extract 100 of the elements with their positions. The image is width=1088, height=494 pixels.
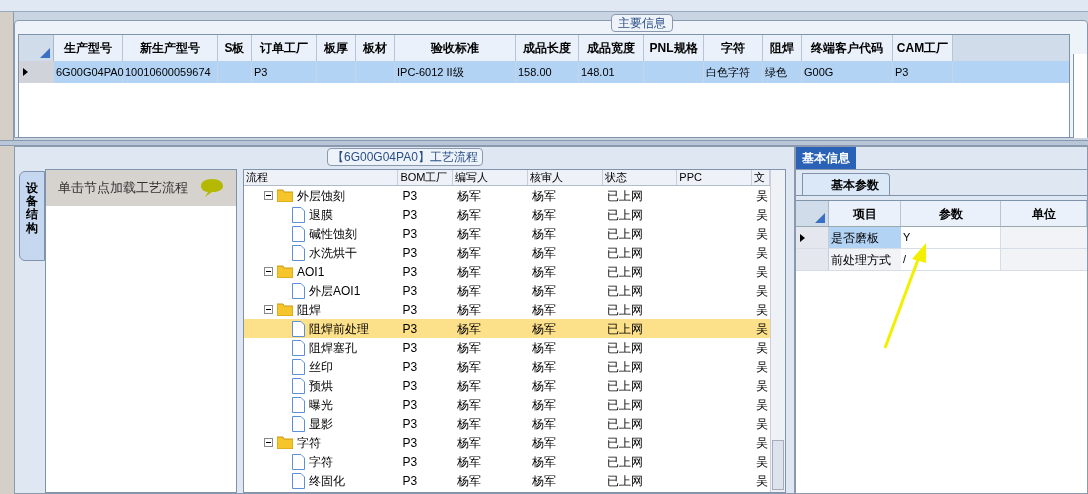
table-cell-text: P3	[402, 301, 418, 319]
table-cell-text: 杨军	[457, 282, 482, 300]
table-cell-text: 杨军	[531, 301, 556, 319]
document-icon	[292, 282, 305, 299]
node-label: 外层AOI1	[309, 282, 361, 300]
table-cell-text: P3	[402, 187, 418, 205]
column-header[interactable]: PPC	[677, 170, 753, 185]
column-header[interactable]: 成品宽度	[579, 35, 644, 61]
tree-row[interactable]: 字符 P3 杨军 杨军 已上网 吴	[244, 452, 771, 471]
document-icon	[292, 358, 305, 375]
document-icon	[292, 244, 305, 261]
folder-icon	[277, 303, 293, 316]
table-cell-text: 6G00G04PA0	[56, 64, 124, 80]
column-header[interactable]: 终端客户代码	[802, 35, 893, 61]
expander-icon[interactable]	[264, 267, 273, 276]
folder-icon	[277, 265, 293, 278]
table-cell-text: 前处理方式	[831, 251, 891, 269]
tree-row[interactable]: 曝光 P3 杨军 杨军 已上网 吴	[244, 395, 771, 414]
table-cell-text: 吴	[756, 244, 769, 262]
corner-mark-icon	[40, 48, 50, 58]
column-header[interactable]: 生产型号	[54, 35, 123, 61]
scrollbar[interactable]	[770, 170, 785, 492]
column-header[interactable]: 字符	[704, 35, 763, 61]
row-pointer-icon	[800, 233, 805, 242]
node-label: 阻焊塞孔	[309, 339, 357, 357]
table-cell-text: 杨军	[457, 320, 482, 338]
table-cell-text: 杨军	[531, 434, 556, 452]
table-cell-text: 杨军	[457, 225, 482, 243]
table-cell-text: 杨军	[457, 396, 482, 414]
column-header[interactable]: 状态	[602, 170, 678, 185]
node-label: 字符	[297, 434, 321, 452]
node-label: 字符	[309, 453, 333, 471]
tree-row[interactable]: 预烘 P3 杨军 杨军 已上网 吴	[244, 376, 771, 395]
tree-row[interactable]: 外层蚀刻 P3 杨军 杨军 已上网 吴	[244, 186, 771, 205]
document-icon	[292, 453, 305, 470]
table-cell-text: 杨军	[457, 187, 482, 205]
table-cell-text: 杨军	[532, 396, 556, 414]
table-cell-text: 已上网	[606, 358, 643, 376]
expander-icon[interactable]	[264, 305, 273, 314]
tree-row[interactable]: 终固化 P3 杨军 杨军 已上网 吴	[244, 471, 771, 490]
tree-row[interactable]: 水洗烘干 P3 杨军 杨军 已上网 吴	[244, 243, 771, 262]
tree-row[interactable]: 阻焊 P3 杨军 杨军 已上网 吴	[244, 300, 771, 319]
table-cell-text: 是否磨板	[831, 229, 879, 247]
table-cell-text: 杨军	[457, 415, 482, 433]
tree-row[interactable]: 阻焊塞孔 P3 杨军 杨军 已上网 吴	[244, 338, 771, 357]
table-row[interactable]: 前处理方式 /	[796, 249, 1087, 271]
tree-row[interactable]: AOI1 P3 杨军 杨军 已上网 吴	[244, 262, 771, 281]
table-cell-text: /	[903, 252, 907, 268]
node-label: 丝印	[309, 358, 333, 376]
column-header[interactable]: 参数	[901, 201, 1001, 226]
column-header[interactable]: 订单工厂	[252, 35, 317, 61]
column-header[interactable]: PNL规格	[644, 35, 704, 61]
column-header[interactable]: 板材	[356, 35, 395, 61]
node-label: AOI1	[297, 263, 325, 281]
tab[interactable]: 基本参数	[802, 173, 890, 195]
expander-icon[interactable]	[264, 191, 273, 200]
column-header[interactable]: 核审人	[527, 170, 603, 185]
tree-row[interactable]: 外层AOI1 P3 杨军 杨军 已上网 吴	[244, 281, 771, 300]
folder-icon	[277, 189, 293, 202]
document-icon	[292, 225, 305, 242]
tree-row[interactable]: 丝印 P3 杨军 杨军 已上网 吴	[244, 357, 771, 376]
table-cell-text: 已上网	[606, 301, 643, 319]
table-row[interactable]: 6G00G04PA0 10010600059674 P3 IPC-6012 II级 158.00 148.01 白色字符 绿色 G00G P3	[19, 61, 1069, 83]
column-header[interactable]: 阻焊	[763, 35, 802, 61]
column-header[interactable]: CAM工厂	[893, 35, 953, 61]
table-cell-text: 杨军	[532, 225, 556, 243]
table-cell-text: 吴	[756, 339, 769, 357]
table-cell-text: 吴	[756, 225, 769, 243]
table-cell-text: Y	[903, 230, 911, 246]
column-header[interactable]: 单位	[1001, 201, 1087, 226]
side-tab[interactable]: 设备结构	[19, 171, 45, 261]
table-cell-text: 吴	[756, 358, 769, 376]
tree-row[interactable]: 退膜 P3 杨军 杨军 已上网 吴	[244, 205, 771, 224]
column-header[interactable]: 板厚	[317, 35, 356, 61]
column-header[interactable]: 成品长度	[516, 35, 579, 61]
tree-row[interactable]: 字符 P3 杨军 杨军 已上网 吴	[244, 433, 771, 452]
column-header[interactable]: BOM工厂	[398, 170, 454, 185]
table-cell-text: 已上网	[606, 244, 643, 262]
table-cell-text: 绿色	[765, 64, 787, 80]
table-row[interactable]: 是否磨板 Y	[796, 227, 1087, 249]
column-header[interactable]: 新生产型号	[123, 35, 218, 61]
expander-icon[interactable]	[264, 438, 273, 447]
node-label: 终固化	[309, 472, 345, 490]
document-icon	[292, 396, 305, 413]
table-cell-text: P3	[402, 244, 418, 262]
column-header[interactable]: 项目	[829, 201, 901, 226]
tree-row[interactable]: 碱性蚀刻 P3 杨军 杨军 已上网 吴	[244, 224, 771, 243]
column-header[interactable]: S板	[218, 35, 252, 61]
tree-row[interactable]: 显影 P3 杨军 杨军 已上网 吴	[244, 414, 771, 433]
table-cell-text: 杨军	[531, 187, 556, 205]
tab[interactable]: 基本信息	[796, 147, 856, 169]
hint-text: 单击节点加载工艺流程	[58, 179, 188, 198]
column-header[interactable]: 流程	[244, 170, 399, 185]
table-cell-text: 杨军	[457, 453, 482, 471]
tree-row[interactable]: 阻焊前处理 P3 杨军 杨军 已上网 吴	[244, 319, 771, 338]
table-cell-text: 吴	[756, 396, 769, 414]
column-header[interactable]: 编写人	[453, 170, 528, 185]
table-cell-text: 杨军	[457, 244, 482, 262]
table-cell-text: P3	[402, 453, 418, 471]
column-header[interactable]: 验收标准	[395, 35, 516, 61]
